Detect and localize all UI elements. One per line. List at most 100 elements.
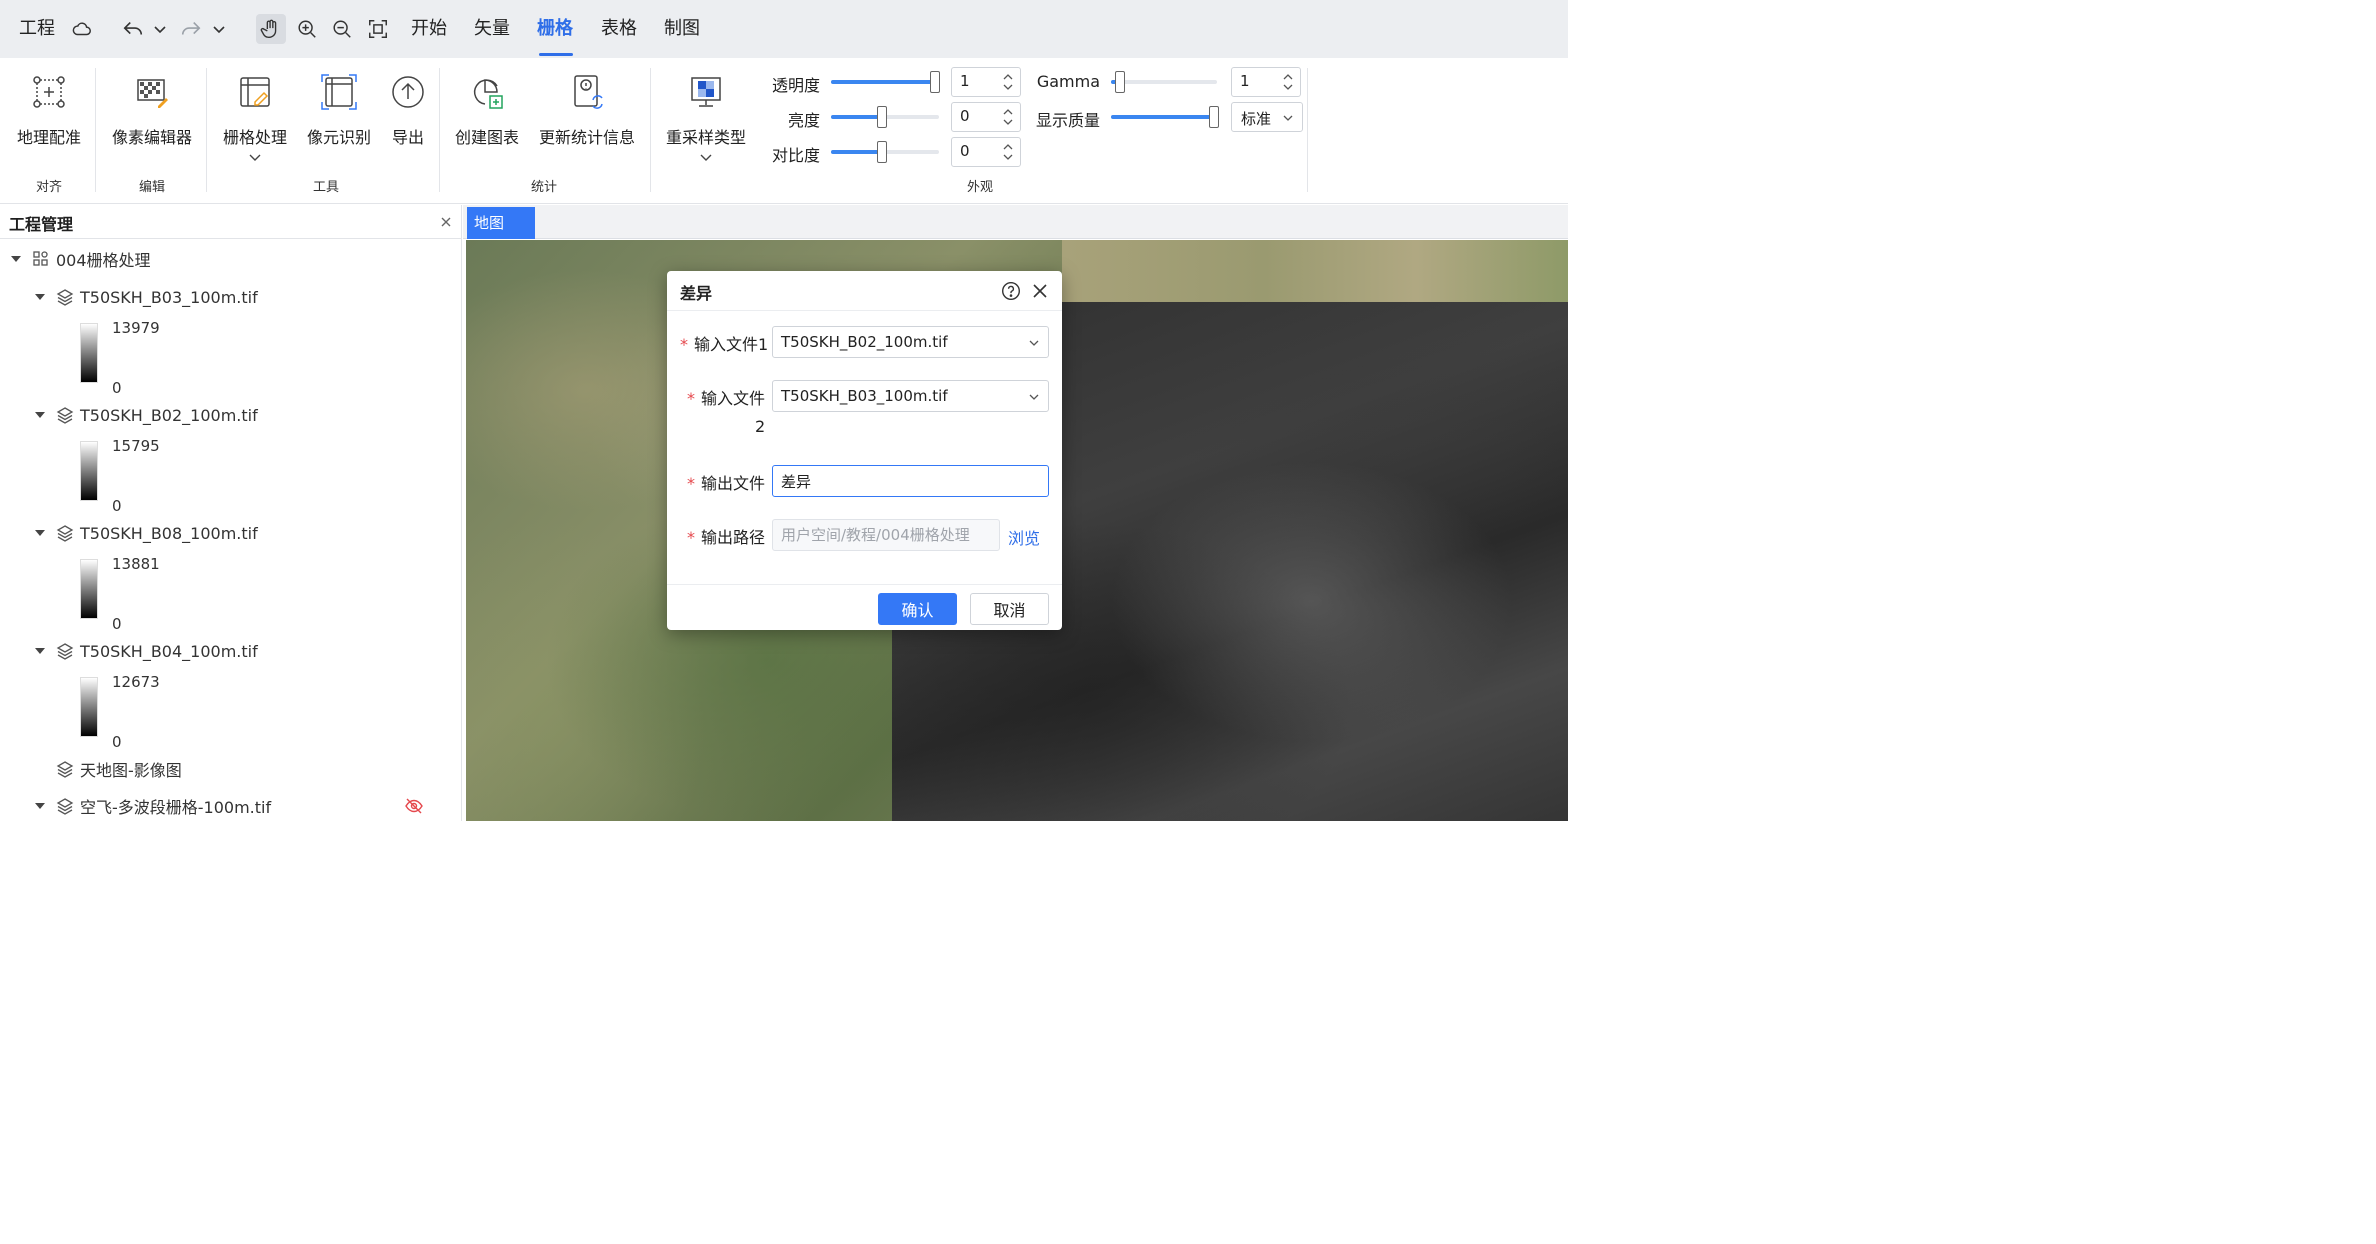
gamma-slider[interactable] xyxy=(1111,71,1217,93)
cloud-icon[interactable] xyxy=(70,18,94,40)
caret-down-icon[interactable] xyxy=(34,527,46,539)
ribbon-separator xyxy=(1307,68,1308,192)
tree-layer-item[interactable]: T50SKH_B04_100m.tif xyxy=(34,638,258,664)
contrast-slider[interactable] xyxy=(831,141,939,163)
redo-icon[interactable] xyxy=(179,18,203,40)
caret-down-icon[interactable] xyxy=(34,645,46,657)
hand-pan-icon[interactable] xyxy=(259,17,283,41)
caret-down-icon[interactable] xyxy=(34,409,46,421)
input-file-2-label: * 输入文件 xyxy=(687,389,766,408)
create-chart-label: 创建图表 xyxy=(454,128,519,147)
tree-project-node[interactable]: 004栅格处理 xyxy=(10,246,151,272)
display-quality-select[interactable]: 标准 xyxy=(1231,102,1303,132)
required-asterisk: * xyxy=(680,335,688,354)
brightness-spinner[interactable]: 0 xyxy=(951,102,1021,132)
update-statistics-icon xyxy=(574,75,603,109)
cancel-button[interactable]: 取消 xyxy=(970,593,1049,625)
gamma-spinner[interactable]: 1 xyxy=(1231,67,1301,97)
pixel-identify-label: 像元识别 xyxy=(306,128,371,147)
input-file-2-select[interactable]: T50SKH_B03_100m.tif xyxy=(772,380,1049,412)
ribbon-separator xyxy=(439,68,440,192)
browse-link[interactable]: 浏览 xyxy=(1008,525,1040,549)
create-chart-icon xyxy=(473,79,503,109)
resample-type-button[interactable]: 重采样类型 xyxy=(660,58,752,178)
ramp-min-value: 0 xyxy=(112,379,122,397)
contrast-value: 0 xyxy=(960,142,970,160)
tree-basemap-item[interactable]: 天地图-影像图 xyxy=(56,756,182,782)
tab-map[interactable]: 地图 xyxy=(467,207,535,239)
layers-icon xyxy=(56,798,74,815)
help-icon[interactable] xyxy=(1001,281,1021,301)
visibility-off-icon[interactable] xyxy=(404,796,424,816)
undo-icon[interactable] xyxy=(121,18,145,40)
close-icon[interactable] xyxy=(1031,282,1049,300)
pixel-editor-button[interactable]: 像素编辑器 xyxy=(104,58,200,178)
pixel-editor-label: 像素编辑器 xyxy=(111,128,192,147)
update-statistics-button[interactable]: 更新统计信息 xyxy=(534,58,640,178)
chevron-down-icon xyxy=(249,154,261,161)
ramp-min-value: 0 xyxy=(112,615,122,633)
display-quality-slider[interactable] xyxy=(1111,106,1219,128)
resample-type-icon xyxy=(691,77,721,107)
tree-layer-item[interactable]: T50SKH_B08_100m.tif xyxy=(34,520,258,546)
ramp-min-value: 0 xyxy=(112,497,122,515)
pixel-identify-button[interactable]: 像元识别 xyxy=(302,58,376,178)
tab-start[interactable]: 开始 xyxy=(411,0,447,58)
caret-down-icon[interactable] xyxy=(34,800,46,812)
transparency-value: 1 xyxy=(960,72,970,90)
spin-arrows-icon[interactable] xyxy=(1002,71,1014,93)
input-file-2-value: T50SKH_B03_100m.tif xyxy=(781,387,948,405)
georeference-label: 地理配准 xyxy=(16,128,81,147)
input-file-1-value: T50SKH_B02_100m.tif xyxy=(781,333,948,351)
raster-processing-button[interactable]: 栅格处理 xyxy=(216,58,294,178)
tree-layer-item[interactable]: 空飞-多波段栅格-100m.tif xyxy=(34,793,271,819)
spin-arrows-icon[interactable] xyxy=(1002,141,1014,163)
caret-down-icon[interactable] xyxy=(34,291,46,303)
dialog-title: 差异 xyxy=(680,284,713,303)
tab-cartography[interactable]: 制图 xyxy=(664,0,700,58)
project-name: 004栅格处理 xyxy=(56,251,151,270)
export-button[interactable]: 导出 xyxy=(380,58,436,178)
group-statistics-label: 统计 xyxy=(530,180,557,195)
tab-table[interactable]: 表格 xyxy=(601,0,637,58)
input-file-1-select[interactable]: T50SKH_B02_100m.tif xyxy=(772,326,1049,358)
layers-icon xyxy=(56,289,74,306)
required-asterisk: * xyxy=(687,389,695,408)
gamma-label: Gamma xyxy=(1036,72,1100,91)
undo-dropdown-chevron-icon[interactable] xyxy=(153,22,167,36)
zoom-in-icon[interactable] xyxy=(295,17,319,41)
tab-vector[interactable]: 矢量 xyxy=(474,0,510,58)
spin-arrows-icon[interactable] xyxy=(1002,106,1014,128)
group-tools-label: 工具 xyxy=(312,180,339,195)
transparency-slider[interactable] xyxy=(831,71,940,93)
difference-dialog: 差异 * 输入文件1 T50SKH_B02_100m.tif * 输入文件 2 T5… xyxy=(667,271,1062,630)
project-panel: 工程管理 004栅格处理 T50SKH_B03_100m.tif 13979 0… xyxy=(0,205,462,821)
chevron-down-icon xyxy=(1029,340,1039,346)
dialog-footer-divider xyxy=(667,584,1062,585)
app-window: 工程 开始 矢量 栅格 表格 制图 地理配准 对齐 像素编辑器 编辑 栅格处理 … xyxy=(0,0,1568,821)
spin-arrows-icon[interactable] xyxy=(1282,71,1294,93)
redo-dropdown-chevron-icon[interactable] xyxy=(212,22,226,36)
output-file-input[interactable] xyxy=(772,465,1049,497)
close-icon[interactable] xyxy=(438,214,454,230)
output-path-input[interactable] xyxy=(772,519,1000,551)
ribbon-separator xyxy=(206,68,207,192)
layer-name: T50SKH_B03_100m.tif xyxy=(80,287,258,307)
georeference-button[interactable]: 地理配准 xyxy=(8,58,90,178)
confirm-button[interactable]: 确认 xyxy=(878,593,957,625)
contrast-spinner[interactable]: 0 xyxy=(951,137,1021,167)
tree-layer-item[interactable]: T50SKH_B02_100m.tif xyxy=(34,402,258,428)
layers-icon xyxy=(56,761,74,778)
menu-project[interactable]: 工程 xyxy=(19,0,55,58)
caret-down-icon[interactable] xyxy=(10,253,22,265)
ramp-max-value: 15795 xyxy=(112,437,160,455)
output-file-label: * 输出文件 xyxy=(687,474,766,493)
layers-icon xyxy=(56,407,74,424)
tab-raster[interactable]: 栅格 xyxy=(537,0,573,58)
tree-layer-item[interactable]: T50SKH_B03_100m.tif xyxy=(34,284,258,310)
create-chart-button[interactable]: 创建图表 xyxy=(448,58,526,178)
transparency-spinner[interactable]: 1 xyxy=(951,67,1021,97)
brightness-slider[interactable] xyxy=(831,106,939,128)
full-extent-icon[interactable] xyxy=(366,17,390,41)
zoom-out-icon[interactable] xyxy=(330,17,354,41)
